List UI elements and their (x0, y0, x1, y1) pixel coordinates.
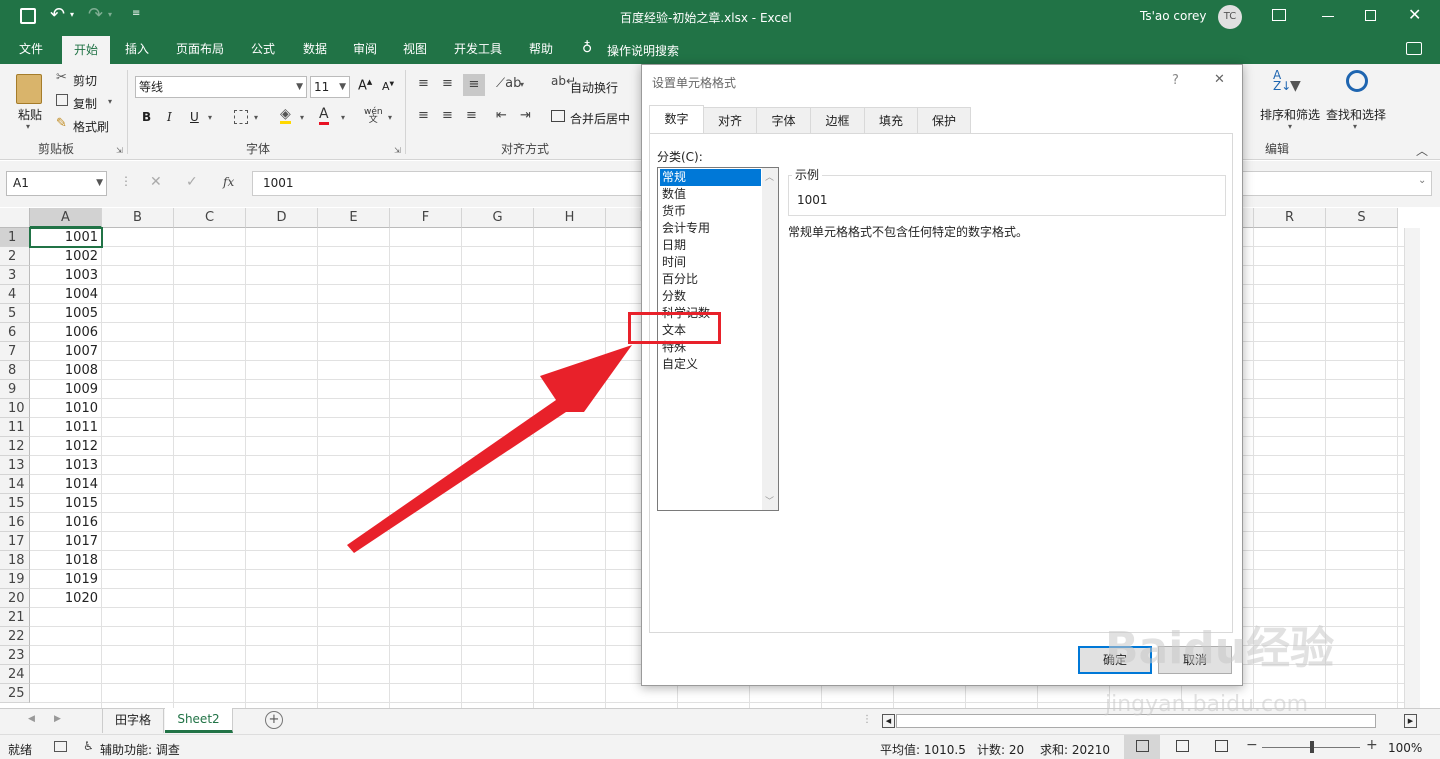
annotation-arrow-shape (347, 345, 632, 553)
watermark-url: jingyan.baidu.com (1105, 692, 1309, 717)
watermark: Baidu经验 jingyan.baidu.com (1105, 612, 1365, 722)
watermark-logo: Baidu经验 (1105, 623, 1335, 674)
